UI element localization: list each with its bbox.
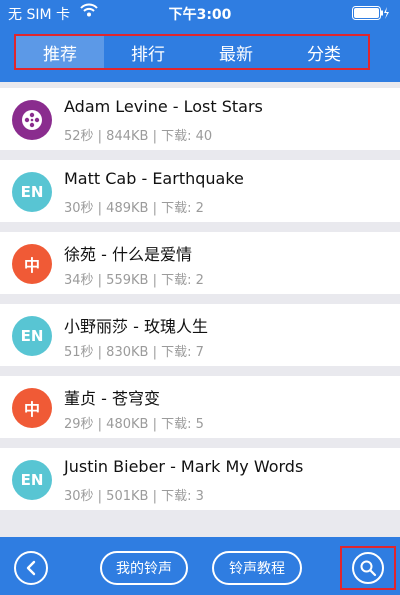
song-title: 徐苑 - 什么是爱情 xyxy=(64,245,192,264)
status-bar: 无 SIM 卡 下午3:00 xyxy=(0,0,400,26)
music-disc-icon xyxy=(12,100,52,140)
search-button[interactable] xyxy=(340,546,396,590)
zh-badge-icon: 中 xyxy=(12,388,52,428)
chevron-left-icon xyxy=(26,560,36,576)
zh-badge-icon: 中 xyxy=(12,244,52,284)
list-item[interactable]: EN 小野丽莎 - 玫瑰人生 51秒 | 830KB | 下载: 7 xyxy=(0,304,400,366)
song-meta: 30秒 | 501KB | 下载: 3 xyxy=(64,489,204,504)
tab-recommended[interactable]: 推荐 xyxy=(16,36,104,68)
song-meta: 29秒 | 480KB | 下载: 5 xyxy=(64,417,204,432)
list-item[interactable]: Adam Levine - Lost Stars 52秒 | 844KB | 下… xyxy=(0,88,400,150)
battery-icon xyxy=(352,6,390,20)
list-item[interactable]: EN Matt Cab - Earthquake 30秒 | 489KB | 下… xyxy=(0,160,400,222)
list-item[interactable]: 中 徐苑 - 什么是爱情 34秒 | 559KB | 下载: 2 xyxy=(0,232,400,294)
song-title: 小野丽莎 - 玫瑰人生 xyxy=(64,317,208,336)
tab-ranking[interactable]: 排行 xyxy=(104,36,192,68)
en-badge-icon: EN xyxy=(12,316,52,356)
ringtone-tutorial-button[interactable]: 铃声教程 xyxy=(212,551,302,585)
list-item[interactable]: 中 董贞 - 苍穹变 29秒 | 480KB | 下载: 5 xyxy=(0,376,400,438)
song-title: Justin Bieber - Mark My Words xyxy=(64,457,304,476)
song-title: Adam Levine - Lost Stars xyxy=(64,97,263,116)
my-ringtones-button[interactable]: 我的铃声 xyxy=(100,551,188,585)
clock: 下午3:00 xyxy=(168,7,232,23)
header: 推荐 排行 最新 分类 xyxy=(0,26,400,82)
search-icon xyxy=(352,552,384,584)
song-meta: 30秒 | 489KB | 下载: 2 xyxy=(64,201,204,216)
tab-bar: 推荐 排行 最新 分类 xyxy=(14,34,370,70)
bottom-toolbar: 我的铃声 铃声教程 xyxy=(0,537,400,595)
song-list: Adam Levine - Lost Stars 52秒 | 844KB | 下… xyxy=(0,82,400,510)
song-title: 董贞 - 苍穹变 xyxy=(64,389,160,408)
song-title: Matt Cab - Earthquake xyxy=(64,169,244,188)
list-item[interactable]: EN Justin Bieber - Mark My Words 30秒 | 5… xyxy=(0,448,400,510)
en-badge-icon: EN xyxy=(12,460,52,500)
back-button[interactable] xyxy=(14,551,48,585)
song-meta: 34秒 | 559KB | 下载: 2 xyxy=(64,273,204,288)
song-meta: 51秒 | 830KB | 下载: 7 xyxy=(64,345,204,360)
en-badge-icon: EN xyxy=(12,172,52,212)
tab-category[interactable]: 分类 xyxy=(280,36,368,68)
tab-latest[interactable]: 最新 xyxy=(192,36,280,68)
song-meta: 52秒 | 844KB | 下载: 40 xyxy=(64,129,213,144)
